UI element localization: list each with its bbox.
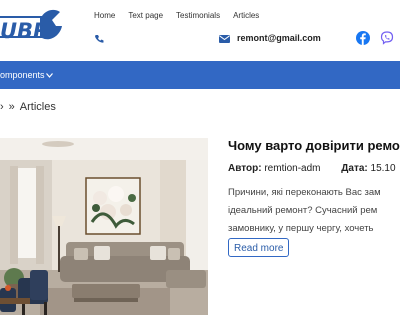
chevron-down-icon[interactable] xyxy=(46,73,53,78)
nav-testimonials[interactable]: Testimonials xyxy=(176,11,220,20)
menu-item-components[interactable]: omponents xyxy=(0,70,45,80)
nav-articles[interactable]: Articles xyxy=(233,11,259,20)
read-more-button[interactable]: Read more xyxy=(228,238,290,257)
breadcrumb-current: Articles xyxy=(19,101,56,113)
logo-text: UBR xyxy=(0,19,50,43)
article-excerpt: Причини, які переконають Вас зам ідеальн… xyxy=(228,184,400,238)
logo[interactable]: UBR xyxy=(0,8,62,46)
facebook-icon[interactable] xyxy=(356,31,370,45)
author-name: remtion-adm xyxy=(264,163,321,174)
home-icon[interactable]: › xyxy=(0,101,4,113)
excerpt-line: ідеальний ремонт? Сучасний рем xyxy=(228,205,378,216)
viber-icon[interactable] xyxy=(380,31,394,45)
nav-text-page[interactable]: Text page xyxy=(128,11,163,20)
excerpt-line: Причини, які переконають Вас зам xyxy=(228,187,381,198)
breadcrumb-separator-icon: » xyxy=(8,101,15,113)
article-title[interactable]: Чому варто довірити ремо xyxy=(228,138,400,153)
phone-icon[interactable] xyxy=(94,34,104,44)
breadcrumb: › » Articles xyxy=(0,101,56,113)
author-label: Автор: xyxy=(228,163,262,174)
nav-home[interactable]: Home xyxy=(94,11,115,20)
date-label: Дата: xyxy=(341,163,368,174)
email-link[interactable]: remont@gmail.com xyxy=(237,33,321,43)
main-menu-bar: omponents xyxy=(0,61,400,89)
mail-icon xyxy=(219,35,230,43)
article-date: 15.10 xyxy=(370,163,396,174)
article-image[interactable] xyxy=(0,138,208,315)
article-meta: Автор: remtion-adm Дата: 15.10 xyxy=(228,163,396,174)
header: UBR Home Text page Testimonials Articles… xyxy=(0,0,400,60)
excerpt-line: замовнику, у першу чергу, хочеть xyxy=(228,223,374,234)
top-nav: Home Text page Testimonials Articles xyxy=(94,11,272,20)
